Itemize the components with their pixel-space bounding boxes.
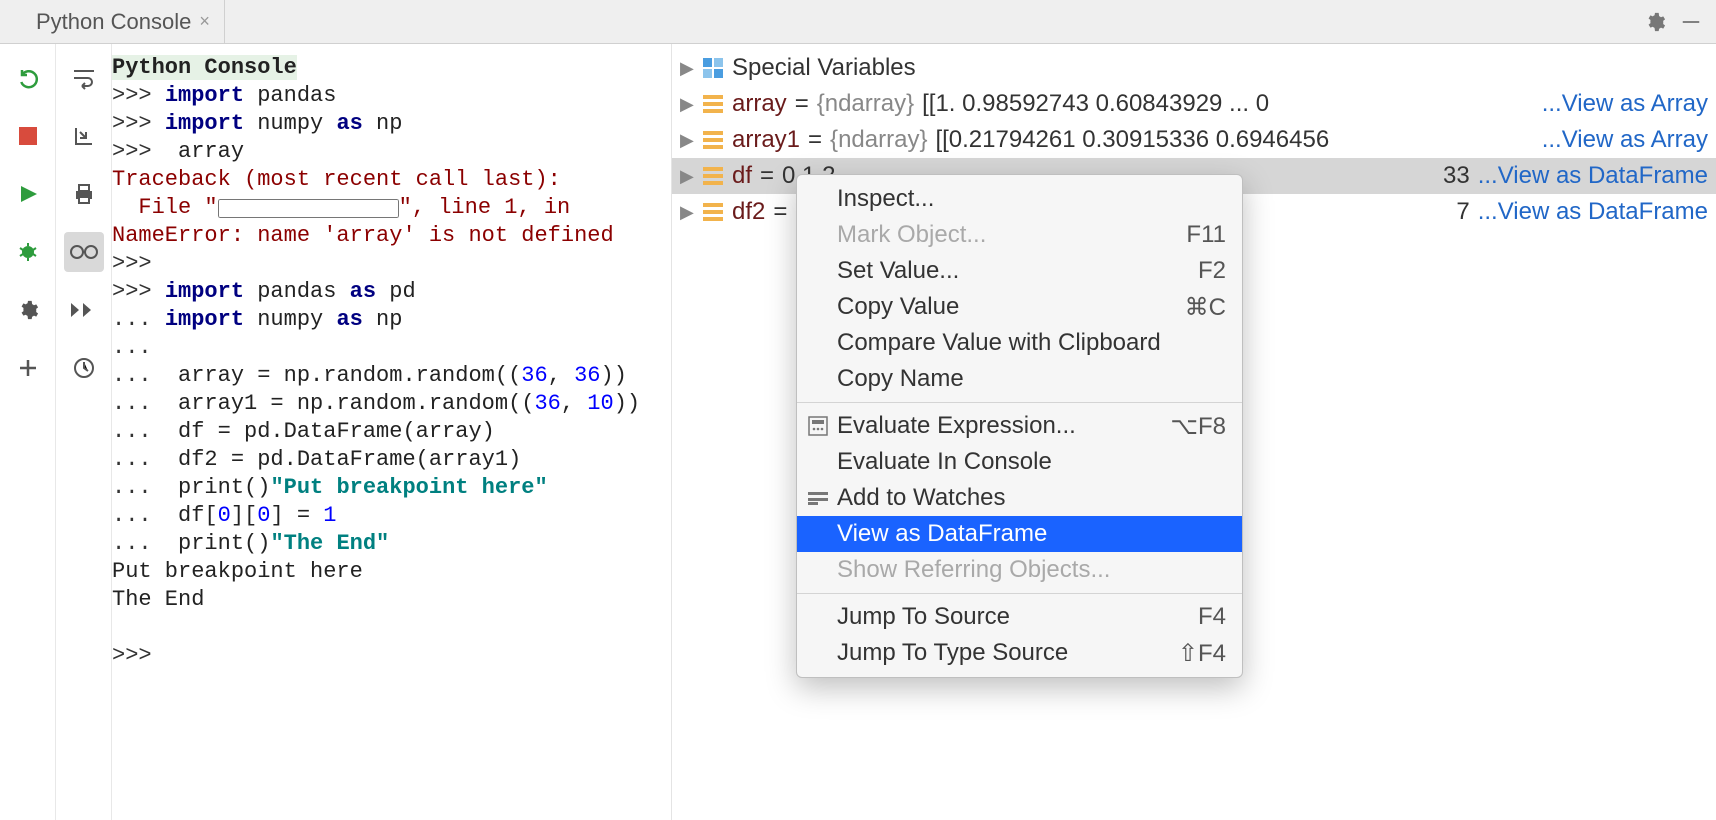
menu-label: Mark Object...	[837, 221, 986, 249]
main-region: Python Console >>> import pandas >>> imp…	[0, 44, 1716, 820]
scroll-to-end-button[interactable]	[64, 116, 104, 156]
soft-wrap-button[interactable]	[64, 58, 104, 98]
menu-item-compare-value-with-clipboard[interactable]: Compare Value with Clipboard	[797, 325, 1242, 361]
menu-label: Jump To Type Source	[837, 639, 1068, 667]
console-settings-button[interactable]	[8, 290, 48, 330]
show-variables-button[interactable]	[64, 232, 104, 272]
menu-shortcut: ⌘C	[1185, 293, 1226, 322]
console-output[interactable]: Python Console >>> import pandas >>> imp…	[112, 44, 672, 820]
menu-shortcut: ⇧F4	[1178, 639, 1226, 668]
run-toolbar	[0, 44, 56, 820]
menu-label: Copy Value	[837, 293, 959, 321]
menu-item-jump-to-type-source[interactable]: Jump To Type Source ⇧F4	[797, 635, 1242, 671]
menu-item-add-to-watches[interactable]: Add to Watches	[797, 480, 1242, 516]
menu-shortcut: F11	[1186, 221, 1226, 249]
menu-label: Set Value...	[837, 257, 959, 285]
menu-label: Evaluate Expression...	[837, 412, 1076, 440]
menu-item-show-referring-objects: Show Referring Objects...	[797, 552, 1242, 588]
grid-icon	[702, 57, 724, 79]
add-button[interactable]	[8, 348, 48, 388]
var-name: array	[732, 90, 787, 118]
list-icon	[702, 93, 724, 115]
var-name: df	[732, 162, 752, 190]
menu-item-copy-value[interactable]: Copy Value ⌘C	[797, 289, 1242, 325]
var-name: df2	[732, 198, 765, 226]
chevron-right-icon: ▶	[680, 202, 694, 223]
variable-row-array[interactable]: ▶array = {ndarray} [[1. 0.98592743 0.608…	[672, 86, 1716, 122]
menu-label: Compare Value with Clipboard	[837, 329, 1161, 357]
browse-history-button[interactable]	[64, 290, 104, 330]
minimize-icon[interactable]	[1680, 11, 1702, 33]
chevron-right-icon: ▶	[680, 58, 694, 79]
special-variables-row[interactable]: ▶ Special Variables	[672, 50, 1716, 86]
view-as-link[interactable]: ...View as Array	[1542, 126, 1708, 154]
menu-item-copy-name[interactable]: Copy Name	[797, 361, 1242, 397]
menu-label: Add to Watches	[837, 484, 1006, 512]
tab-python-console[interactable]: Python Console ×	[22, 0, 225, 43]
gear-icon[interactable]	[1644, 11, 1666, 33]
close-icon[interactable]: ×	[199, 11, 210, 32]
chevron-right-icon: ▶	[680, 130, 694, 151]
menu-shortcut: F4	[1198, 603, 1226, 631]
view-as-link[interactable]: ...View as Array	[1542, 90, 1708, 118]
menu-item-mark-object: Mark Object... F11	[797, 217, 1242, 253]
menu-label: Evaluate In Console	[837, 448, 1052, 476]
view-as-link[interactable]: ...View as DataFrame	[1478, 198, 1708, 226]
context-menu: Inspect... Mark Object... F11 Set Value... F…	[796, 174, 1243, 678]
tab-label: Python Console	[36, 9, 191, 35]
menu-item-inspect[interactable]: Inspect...	[797, 181, 1242, 217]
list-icon	[702, 165, 724, 187]
run-button[interactable]	[8, 174, 48, 214]
menu-shortcut: F2	[1198, 257, 1226, 285]
menu-shortcut: ⌥F8	[1170, 412, 1226, 441]
menu-label: Jump To Source	[837, 603, 1010, 631]
view-as-link[interactable]: ...View as DataFrame	[1478, 162, 1708, 190]
list-icon	[702, 129, 724, 151]
print-button[interactable]	[64, 174, 104, 214]
calculator-icon	[807, 417, 829, 435]
chevron-right-icon: ▶	[680, 94, 694, 115]
menu-label: Show Referring Objects...	[837, 556, 1110, 584]
menu-label: Copy Name	[837, 365, 964, 393]
history-button[interactable]	[64, 348, 104, 388]
menu-label: Inspect...	[837, 185, 934, 213]
tab-bar: Python Console ×	[0, 0, 1716, 44]
menu-item-view-as-dataframe[interactable]: View as DataFrame	[797, 516, 1242, 552]
menu-item-evaluate-expression[interactable]: Evaluate Expression... ⌥F8	[797, 408, 1242, 444]
rerun-button[interactable]	[8, 58, 48, 98]
var-name: array1	[732, 126, 800, 154]
debug-button[interactable]	[8, 232, 48, 272]
chevron-right-icon: ▶	[680, 166, 694, 187]
variables-panel: ▶ Special Variables ▶array = {ndarray} […	[672, 44, 1716, 820]
menu-item-jump-to-source[interactable]: Jump To Source F4	[797, 599, 1242, 635]
console-toolbar	[56, 44, 112, 820]
variable-row-array1[interactable]: ▶array1 = {ndarray} [[0.21794261 0.30915…	[672, 122, 1716, 158]
special-variables-label: Special Variables	[732, 54, 916, 82]
stop-button[interactable]	[8, 116, 48, 156]
menu-label: View as DataFrame	[837, 520, 1047, 548]
list-icon	[702, 201, 724, 223]
watches-icon	[807, 490, 829, 506]
menu-item-evaluate-in-console[interactable]: Evaluate In Console	[797, 444, 1242, 480]
menu-item-set-value[interactable]: Set Value... F2	[797, 253, 1242, 289]
